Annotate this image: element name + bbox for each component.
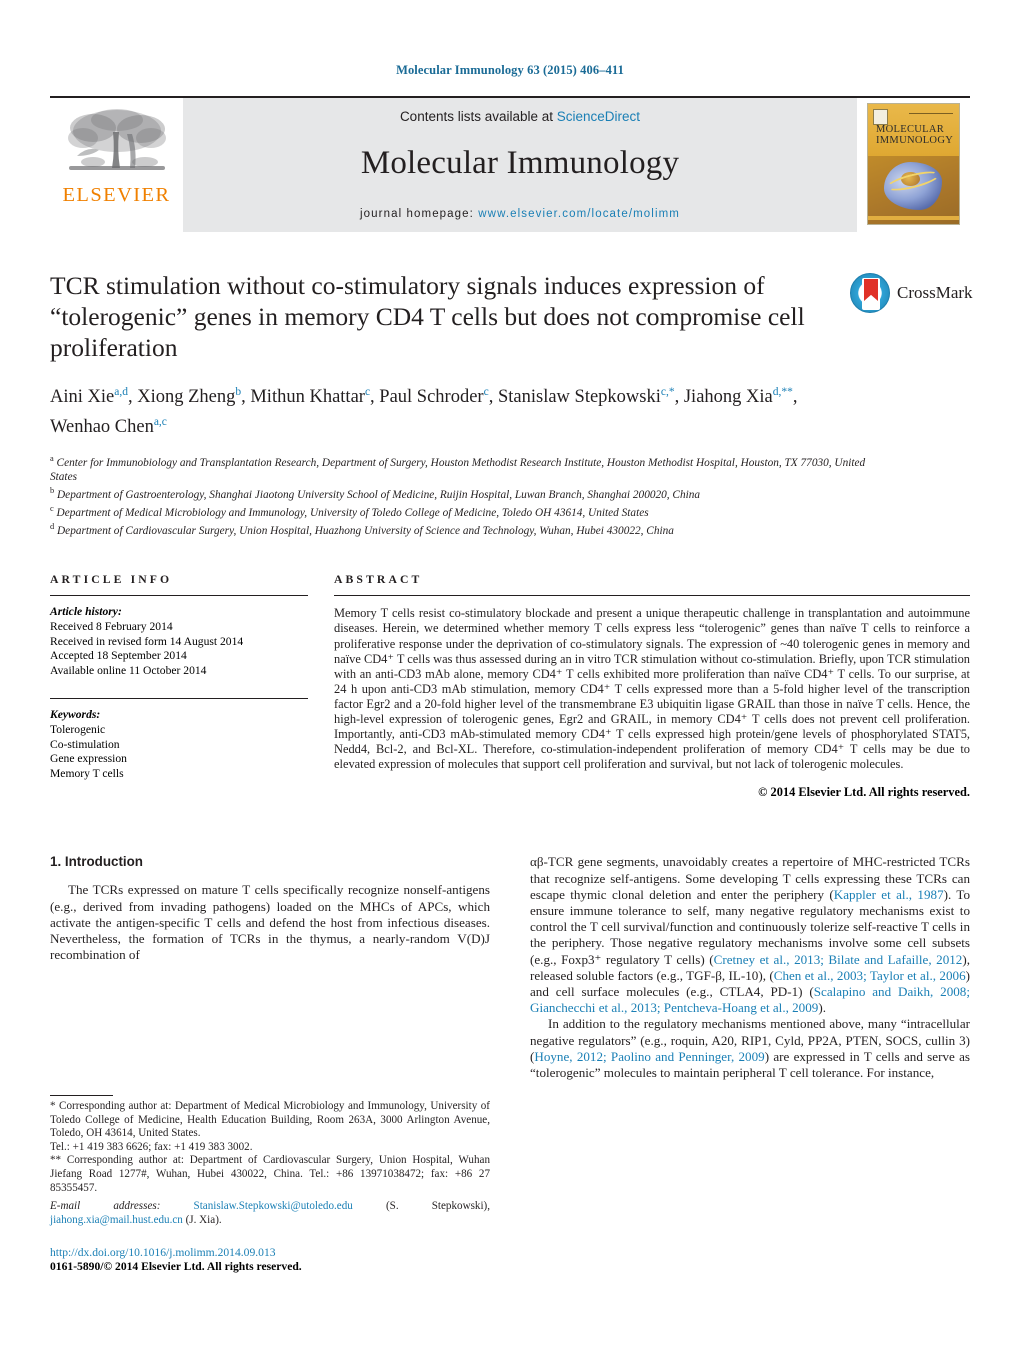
crossmark-badge[interactable]: CrossMark (850, 272, 973, 314)
elsevier-tree-icon (67, 109, 166, 170)
journal-masthead: ELSEVIER Contents lists available at Sci… (50, 96, 970, 232)
body-text: ). (818, 1000, 826, 1016)
abstract-copyright: © 2014 Elsevier Ltd. All rights reserved… (758, 785, 970, 800)
citation-link[interactable]: Kappler et al., 1987 (834, 887, 944, 902)
journal-homepage-line: journal homepage: www.elsevier.com/locat… (183, 208, 857, 220)
corresponding-author-footnote-2: ** Corresponding author at: Department o… (50, 1154, 490, 1194)
abstract-rule (334, 595, 970, 597)
body-column-right: αβ-TCR gene segments, unavoidably create… (530, 854, 970, 1274)
abstract-column: ABSTRACT Memory T cells resist co-stimul… (334, 573, 970, 800)
email-link-2[interactable]: jiahong.xia@mail.hust.edu.cn (50, 1214, 183, 1226)
email-footnote: E-mail addresses: Stanislaw.Stepkowski@u… (50, 1200, 490, 1227)
journal-title: Molecular Immunology (360, 145, 680, 181)
journal-cover-thumbnail: MOLECULAR IMMUNOLOGY (857, 98, 970, 232)
footnote-block: * Corresponding author at: Department of… (50, 1095, 490, 1274)
affiliation-item: a Center for Immunobiology and Transplan… (50, 452, 870, 484)
cover-rule (909, 113, 953, 114)
affiliation-text: Center for Immunobiology and Transplanta… (50, 457, 866, 484)
elsevier-wordmark: ELSEVIER (62, 184, 171, 206)
page-title: TCR stimulation without co-stimulatory s… (50, 271, 805, 362)
homepage-url-link[interactable]: www.elsevier.com/locate/molimm (478, 208, 680, 220)
history-item: Accepted 18 September 2014 (50, 649, 187, 663)
cover-title: MOLECULAR IMMUNOLOGY (876, 124, 955, 146)
affiliation-text: Department of Gastroenterology, Shanghai… (57, 489, 701, 502)
issn-copyright: 0161-5890/© 2014 Elsevier Ltd. All right… (50, 1260, 302, 1274)
corresponding-author-tel-1: Tel.: +1 419 383 6626; fax: +1 419 383 3… (50, 1140, 253, 1153)
affiliation-list: a Center for Immunobiology and Transplan… (50, 452, 870, 538)
section-heading-introduction: 1. Introduction (50, 854, 143, 870)
corresponding-author-footnote-1: * Corresponding author at: Department of… (50, 1100, 490, 1140)
affiliation-text: Department of Cardiovascular Surgery, Un… (57, 525, 674, 538)
keyword-item: Memory T cells (50, 766, 124, 780)
doi-link[interactable]: http://dx.doi.org/10.1016/j.molimm.2014.… (50, 1246, 490, 1260)
email-label: E-mail addresses: (50, 1200, 161, 1213)
citation-link[interactable]: Chen et al., 2003; Taylor et al., 2006 (774, 968, 966, 983)
cover-footer-bar (868, 216, 959, 220)
keyword-item: Gene expression (50, 752, 127, 766)
running-head: Molecular Immunology 63 (2015) 406–411 (396, 63, 624, 77)
abstract-text: Memory T cells resist co-stimulatory blo… (334, 606, 970, 772)
article-history-heading: Article history: (50, 605, 122, 619)
doi-block: http://dx.doi.org/10.1016/j.molimm.2014.… (50, 1246, 490, 1274)
cover-publisher-badge-icon (873, 109, 888, 125)
affiliation-marker: a (50, 454, 54, 464)
title-block: TCR stimulation without co-stimulatory s… (50, 270, 973, 538)
abstract-label: ABSTRACT (334, 573, 423, 587)
affiliation-item: d Department of Cardiovascular Surgery, … (50, 520, 870, 538)
affiliation-item: c Department of Medical Microbiology and… (50, 502, 870, 520)
sciencedirect-link[interactable]: ScienceDirect (557, 109, 640, 124)
email-link-1[interactable]: Stanislaw.Stepkowski@utoledo.edu (194, 1200, 353, 1212)
history-item: Received in revised form 14 August 2014 (50, 634, 244, 648)
journal-article-page: Molecular Immunology 63 (2015) 406–411 E… (0, 0, 1020, 1351)
article-info-rule (50, 595, 308, 597)
affiliation-text: Department of Medical Microbiology and I… (56, 507, 649, 520)
email-name-2: (J. Xia). (182, 1213, 222, 1226)
keywords-rule (50, 698, 308, 700)
footnote-rule (50, 1095, 113, 1097)
intro-paragraph-right-1: αβ-TCR gene segments, unavoidably create… (530, 854, 970, 1016)
affiliation-marker: b (50, 486, 55, 496)
contents-line: Contents lists available at ScienceDirec… (183, 109, 857, 124)
affiliation-marker: c (50, 504, 54, 514)
article-info-column: ARTICLE INFO Article history: Received 8… (50, 573, 308, 800)
body-columns: 1. Introduction The TCRs expressed on ma… (50, 854, 970, 1274)
keywords-heading: Keywords: (50, 708, 101, 722)
affiliation-item: b Department of Gastroenterology, Shangh… (50, 484, 870, 502)
body-column-left: 1. Introduction The TCRs expressed on ma… (50, 854, 490, 1274)
elsevier-logo: ELSEVIER (50, 98, 183, 232)
history-item: Received 8 February 2014 (50, 619, 173, 633)
journal-banner: Contents lists available at ScienceDirec… (183, 98, 857, 232)
info-abstract-row: ARTICLE INFO Article history: Received 8… (50, 573, 970, 800)
cover-title-line2: IMMUNOLOGY (876, 135, 954, 146)
article-history-group: Article history: Received 8 February 201… (50, 605, 308, 678)
homepage-prefix: journal homepage: (360, 208, 479, 220)
intro-paragraph-right-2: In addition to the regulatory mechanisms… (530, 1016, 970, 1081)
email-name-1: (S. Stepkowski), (352, 1200, 490, 1213)
article-info-label: ARTICLE INFO (50, 573, 173, 587)
keyword-item: Co-stimulation (50, 737, 120, 751)
keyword-item: Tolerogenic (50, 722, 106, 736)
history-item: Available online 11 October 2014 (50, 663, 207, 677)
affiliation-marker: d (50, 522, 55, 532)
citation-link[interactable]: Cretney et al., 2013; Bilate and Lafaill… (714, 952, 963, 967)
keywords-group: Keywords: Tolerogenic Co-stimulation Gen… (50, 708, 308, 781)
intro-paragraph-left: The TCRs expressed on mature T cells spe… (50, 882, 490, 963)
author-list: Aini Xiea,d, Xiong Zhengb, Mithun Khatta… (50, 386, 798, 438)
crossmark-icon (850, 273, 890, 313)
cover-title-line1: MOLECULAR (876, 124, 945, 135)
crossmark-label: CrossMark (897, 283, 973, 302)
citation-link[interactable]: Hoyne, 2012; Paolino and Penninger, 2009 (534, 1049, 764, 1064)
contents-prefix: Contents lists available at (399, 109, 557, 124)
cover-image: MOLECULAR IMMUNOLOGY (867, 103, 960, 225)
